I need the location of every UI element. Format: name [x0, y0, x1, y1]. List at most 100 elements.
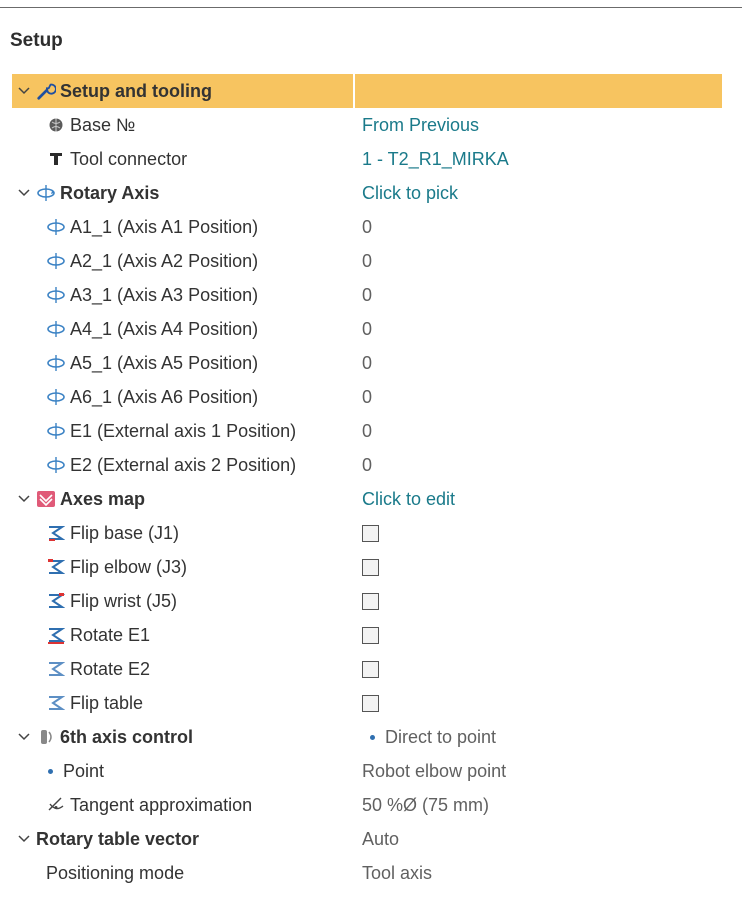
row-label: A6_1 (Axis A6 Position): [70, 386, 259, 407]
row-label: E1 (External axis 1 Position): [70, 420, 297, 441]
row-a2[interactable]: A2_1 (Axis A2 Position) 0: [12, 244, 722, 278]
robot-arm-icon: [46, 659, 66, 679]
e2-value[interactable]: 0: [362, 455, 372, 476]
flip-table-checkbox[interactable]: [362, 694, 379, 712]
row-a1[interactable]: A1_1 (Axis A1 Position) 0: [12, 210, 722, 244]
row-label: Rotate E1: [70, 624, 151, 645]
point-value[interactable]: Robot elbow point: [362, 761, 506, 782]
tool-connector-icon: [46, 149, 66, 169]
row-label: A2_1 (Axis A2 Position): [70, 250, 259, 271]
row-label: Point: [63, 760, 105, 781]
row-label: Flip base (J1): [70, 522, 180, 543]
sixth-axis-value[interactable]: Direct to point: [385, 727, 496, 748]
column-divider: [353, 74, 355, 108]
row-flip-wrist[interactable]: Flip wrist (J5): [12, 584, 722, 618]
rotary-axis-icon: [46, 421, 66, 441]
axes-map-icon: [36, 489, 56, 509]
rotary-axis-icon: [46, 387, 66, 407]
rotary-table-vector-value[interactable]: Auto: [362, 829, 399, 850]
chevron-down-icon[interactable]: [16, 729, 32, 745]
row-a3[interactable]: A3_1 (Axis A3 Position) 0: [12, 278, 722, 312]
robot-arm-icon: [46, 523, 66, 543]
a4-value[interactable]: 0: [362, 319, 372, 340]
tool-connector-value-link[interactable]: 1 - T2_R1_MIRKA: [362, 149, 509, 170]
flip-base-checkbox[interactable]: [362, 524, 379, 542]
row-label: A5_1 (Axis A5 Position): [70, 352, 259, 373]
robot-arm-icon: [46, 591, 66, 611]
axes-map-edit-link[interactable]: Click to edit: [362, 489, 455, 510]
bullet-icon: [48, 768, 53, 774]
rotary-axis-icon: [36, 183, 56, 203]
row-point[interactable]: Point Robot elbow point: [12, 754, 722, 788]
a2-value[interactable]: 0: [362, 251, 372, 272]
row-label: A4_1 (Axis A4 Position): [70, 318, 259, 339]
row-tool-connector[interactable]: Tool connector 1 - T2_R1_MIRKA: [12, 142, 722, 176]
a3-value[interactable]: 0: [362, 285, 372, 306]
row-label: Base №: [70, 114, 136, 135]
flip-wrist-checkbox[interactable]: [362, 592, 379, 610]
row-positioning-mode[interactable]: Positioning mode Tool axis: [12, 856, 722, 890]
sixth-axis-icon: [36, 727, 56, 747]
rotate-e1-checkbox[interactable]: [362, 626, 379, 644]
tangent-value[interactable]: 50 %Ø (75 mm): [362, 795, 489, 816]
wrench-icon: [36, 81, 56, 101]
row-label: Axes map: [60, 488, 146, 509]
a1-value[interactable]: 0: [362, 217, 372, 238]
row-label: Rotary Axis: [60, 182, 160, 203]
row-e1[interactable]: E1 (External axis 1 Position) 0: [12, 414, 722, 448]
row-flip-table[interactable]: Flip table: [12, 686, 722, 720]
robot-arm-icon: [46, 557, 66, 577]
row-label: Tool connector: [70, 148, 188, 169]
row-a4[interactable]: A4_1 (Axis A4 Position) 0: [12, 312, 722, 346]
row-rotate-e1[interactable]: Rotate E1: [12, 618, 722, 652]
row-rotary-table-vector[interactable]: Rotary table vector Auto: [12, 822, 722, 856]
row-label: A1_1 (Axis A1 Position): [70, 216, 259, 237]
row-setup-and-tooling[interactable]: Setup and tooling: [12, 74, 722, 108]
setup-property-grid: Setup and tooling Base № From Previous T…: [12, 74, 722, 890]
rotate-e2-checkbox[interactable]: [362, 660, 379, 678]
positioning-mode-value[interactable]: Tool axis: [362, 863, 432, 884]
flip-elbow-checkbox[interactable]: [362, 558, 379, 576]
chevron-down-icon[interactable]: [16, 831, 32, 847]
rotary-axis-icon: [46, 455, 66, 475]
row-label: Rotary table vector: [36, 828, 200, 849]
rotary-axis-icon: [46, 251, 66, 271]
row-label: Flip table: [70, 692, 144, 713]
row-tangent-approximation[interactable]: Tangent approximation 50 %Ø (75 mm): [12, 788, 722, 822]
row-label: Setup and tooling: [60, 80, 212, 101]
row-sixth-axis-control[interactable]: 6th axis control Direct to point: [12, 720, 722, 754]
a6-value[interactable]: 0: [362, 387, 372, 408]
e1-value[interactable]: 0: [362, 421, 372, 442]
row-label: Tangent approximation: [70, 794, 253, 815]
row-label: Rotate E2: [70, 658, 151, 679]
top-border: [0, 7, 742, 8]
tangent-icon: [46, 795, 66, 815]
rotary-axis-icon: [46, 319, 66, 339]
robot-arm-icon: [46, 693, 66, 713]
row-flip-base[interactable]: Flip base (J1): [12, 516, 722, 550]
row-label: E2 (External axis 2 Position): [70, 454, 297, 475]
rotary-axis-icon: [46, 353, 66, 373]
globe-icon: [46, 115, 66, 135]
row-label: A3_1 (Axis A3 Position): [70, 284, 259, 305]
chevron-down-icon[interactable]: [16, 491, 32, 507]
a5-value[interactable]: 0: [362, 353, 372, 374]
row-label: Flip elbow (J3): [70, 556, 188, 577]
row-a6[interactable]: A6_1 (Axis A6 Position) 0: [12, 380, 722, 414]
base-value-link[interactable]: From Previous: [362, 115, 479, 136]
robot-arm-icon: [46, 625, 66, 645]
row-a5[interactable]: A5_1 (Axis A5 Position) 0: [12, 346, 722, 380]
rotary-axis-pick-link[interactable]: Click to pick: [362, 183, 458, 204]
row-rotary-axis[interactable]: Rotary Axis Click to pick: [12, 176, 722, 210]
bullet-icon: [370, 734, 375, 740]
chevron-down-icon[interactable]: [16, 185, 32, 201]
row-e2[interactable]: E2 (External axis 2 Position) 0: [12, 448, 722, 482]
row-flip-elbow[interactable]: Flip elbow (J3): [12, 550, 722, 584]
row-label: Flip wrist (J5): [70, 590, 177, 611]
row-base[interactable]: Base № From Previous: [12, 108, 722, 142]
panel-title: Setup: [10, 30, 63, 51]
row-label: 6th axis control: [60, 726, 194, 747]
row-axes-map[interactable]: Axes map Click to edit: [12, 482, 722, 516]
row-rotate-e2[interactable]: Rotate E2: [12, 652, 722, 686]
chevron-down-icon[interactable]: [16, 83, 32, 99]
